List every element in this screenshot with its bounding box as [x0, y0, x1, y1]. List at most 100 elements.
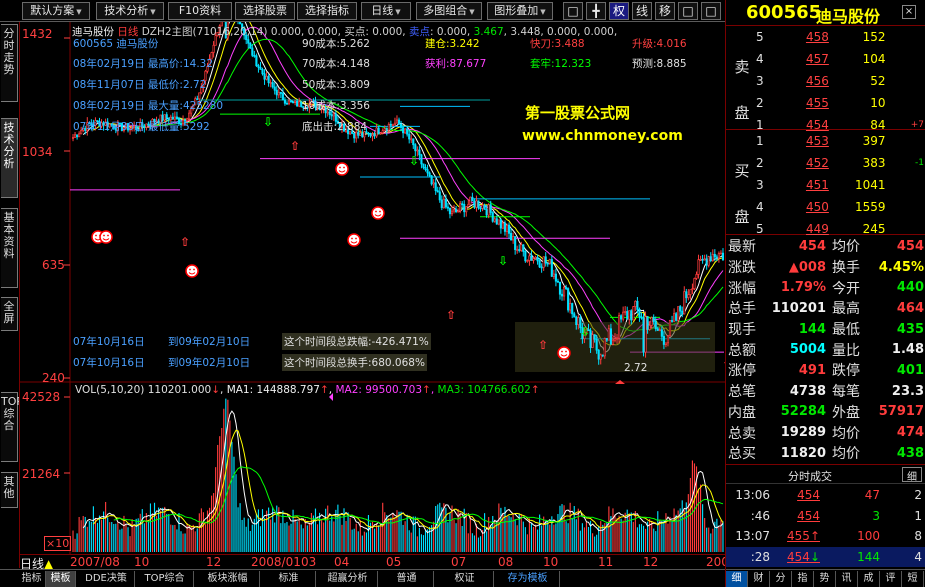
right-tab[interactable]: 讯	[836, 571, 858, 587]
order-price[interactable]: 453	[776, 130, 829, 152]
order-price[interactable]: 455	[776, 92, 829, 114]
f10-button[interactable]: F10资料	[168, 2, 232, 20]
candle-body	[701, 258, 704, 261]
order-price[interactable]: 451	[776, 174, 829, 196]
order-row[interactable]: 4 457 104	[754, 48, 924, 70]
order-change	[886, 70, 924, 92]
quote-value: 11820	[780, 445, 826, 461]
trade-row: 13:07 455↑ 100 8	[726, 526, 925, 547]
rights-toggle[interactable]: 权	[609, 2, 629, 20]
right-tab[interactable]: 财	[748, 571, 770, 587]
tab-fullscreen[interactable]: 全屏	[1, 297, 18, 331]
tab-other[interactable]: 其他	[1, 472, 18, 508]
tab-sector-gain[interactable]: 板块涨幅	[196, 571, 260, 587]
candle-body	[709, 256, 712, 262]
order-row[interactable]: 4 450 1559	[754, 196, 924, 218]
candle-body	[630, 310, 633, 321]
date-tick: 11	[598, 555, 614, 569]
candle-body	[646, 316, 649, 330]
right-tab[interactable]: 分	[770, 571, 792, 587]
candle-body	[601, 354, 604, 357]
move-toggle[interactable]: 移	[655, 2, 675, 20]
moving-average-line	[134, 38, 724, 332]
quote-value: 110201	[771, 300, 826, 316]
tab-fundamentals[interactable]: 基本资料	[1, 208, 18, 288]
candle-body	[450, 210, 454, 215]
tab-top-overview[interactable]: TOP综合	[1, 392, 23, 462]
ma1-label: MA1: 144888.797↑,	[226, 384, 333, 396]
tab-intraday[interactable]: 分时走势	[1, 24, 18, 102]
crosshair-icon[interactable]: ╋	[586, 2, 606, 20]
chart-area[interactable]: ⇧⇧⇧⇧⇧⇩⇩⇩⇩ 1432 1034 635 240 迪马股份 日线 DZH2…	[19, 22, 756, 571]
quote-value: 454	[896, 238, 924, 254]
candle-body	[279, 91, 282, 94]
tab-tech-analysis[interactable]: 技术分析	[1, 118, 18, 198]
shengji-label: 升级:4.016	[632, 38, 687, 50]
smiley-marker	[185, 264, 199, 278]
order-price[interactable]: 452	[776, 152, 829, 174]
order-row[interactable]: 3 451 1041	[754, 174, 924, 196]
right-tab[interactable]: 短	[902, 571, 924, 587]
quote-row: 总卖 19289 均价 474	[726, 422, 925, 443]
candle-body	[369, 133, 372, 137]
multi-chart-button[interactable]: 多图组合	[416, 2, 482, 20]
order-price[interactable]: 450	[776, 196, 829, 218]
order-price[interactable]: 457	[776, 48, 829, 70]
order-row[interactable]: 2 452 383 -1	[754, 152, 924, 174]
tab-template[interactable]: 模板	[46, 571, 76, 587]
candle-body	[699, 258, 702, 261]
order-volume: 152	[862, 30, 886, 44]
order-row[interactable]: 5 458 152	[754, 26, 924, 48]
right-tab[interactable]: 成	[858, 571, 880, 587]
select-stock-button[interactable]: 选择股票	[235, 2, 295, 20]
tab-standard[interactable]: 标准	[262, 571, 316, 587]
tab-normal[interactable]: 普通	[380, 571, 434, 587]
right-tab[interactable]: 评	[880, 571, 902, 587]
select-indicator-button[interactable]: 选择指标	[297, 2, 357, 20]
candle-body	[265, 75, 268, 80]
overlay-button[interactable]: 图形叠加	[487, 2, 553, 20]
candle-body	[597, 349, 600, 360]
window-icon[interactable]: □	[678, 2, 698, 20]
taolao-label: 套牢:12.323	[530, 58, 592, 70]
line-toggle[interactable]: 线	[632, 2, 652, 20]
sell-label: 卖盘	[734, 58, 750, 122]
candle-body	[76, 134, 79, 138]
segment-start: 07年10月16日	[73, 357, 145, 369]
right-tab[interactable]: 势	[814, 571, 836, 587]
candle-body	[377, 127, 380, 135]
vol-axis-tick: 42528	[22, 390, 61, 404]
close-icon[interactable]: ×	[902, 5, 916, 19]
tab-indicator[interactable]: 指标	[18, 571, 46, 587]
candle-body	[721, 252, 725, 260]
period-button[interactable]: 日线	[361, 2, 411, 20]
tab-super-analysis[interactable]: 超赢分析	[318, 571, 378, 587]
order-row[interactable]: 3 456 52	[754, 70, 924, 92]
right-tab[interactable]: 细	[726, 571, 748, 587]
tab-save-template[interactable]: 存为模板	[496, 571, 560, 587]
candle-body	[628, 310, 631, 320]
candle-body	[679, 306, 682, 312]
segment-turnover: 这个时间段总换手:680.068%	[282, 354, 427, 371]
tab-dde[interactable]: DDE决策	[78, 571, 135, 587]
candle-body	[691, 288, 694, 291]
candle-body	[275, 89, 278, 96]
default-scheme-button[interactable]: 默认方案	[22, 2, 90, 20]
vol-multiplier: ×10	[44, 536, 72, 551]
window2-icon[interactable]: □	[701, 2, 721, 20]
order-price[interactable]: 456	[776, 70, 829, 92]
tab-warrant[interactable]: 权证	[436, 571, 494, 587]
box-icon[interactable]: □	[563, 2, 583, 20]
quote-key: 今开	[832, 280, 860, 297]
order-row[interactable]: 2 455 10	[754, 92, 924, 114]
smiley-eye	[95, 234, 97, 237]
date-tick: 07	[451, 555, 467, 569]
tab-top-overview[interactable]: TOP综合	[136, 571, 194, 587]
trade-detail-button[interactable]: 细	[902, 467, 922, 483]
order-row[interactable]: 1 453 397	[754, 130, 924, 152]
segment-end: 到09年02月10日	[168, 336, 251, 348]
right-tab[interactable]: 指	[792, 571, 814, 587]
candle-body	[681, 310, 684, 315]
order-price[interactable]: 458	[776, 26, 829, 48]
tech-analysis-button[interactable]: 技术分析	[96, 2, 164, 20]
